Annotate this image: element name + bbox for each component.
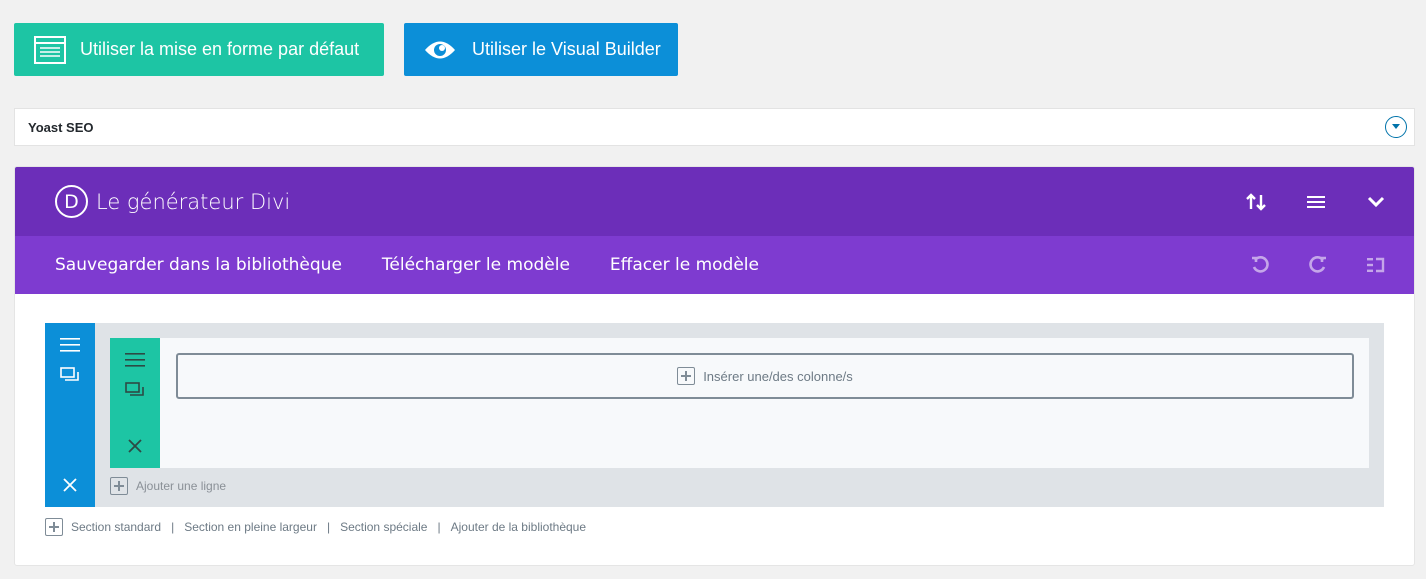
close-icon[interactable] xyxy=(123,434,147,458)
yoast-seo-title: Yoast SEO xyxy=(28,119,94,135)
close-icon[interactable] xyxy=(58,473,82,497)
fullwidth-section-link[interactable]: Section en pleine largeur xyxy=(184,520,317,534)
save-to-library-link[interactable]: Sauvegarder dans la bibliothèque xyxy=(55,255,342,275)
sort-icon[interactable] xyxy=(1244,190,1268,214)
menu-icon[interactable] xyxy=(123,348,147,372)
default-layout-label: Utiliser la mise en forme par défaut xyxy=(80,39,360,59)
chevron-down-icon[interactable] xyxy=(1364,190,1388,214)
chevron-down-circle-icon[interactable] xyxy=(1385,116,1407,138)
history-icon[interactable] xyxy=(1366,255,1386,275)
insert-columns-label: Insérer une/des colonne/s xyxy=(703,368,853,384)
row-controls xyxy=(110,338,160,468)
separator: | xyxy=(326,520,331,534)
visual-builder-label: Utiliser le Visual Builder xyxy=(472,39,661,59)
divi-section: Insérer une/des colonne/s Ajouter une li… xyxy=(45,323,1384,507)
divi-row: Insérer une/des colonne/s xyxy=(110,338,1369,468)
visual-builder-button[interactable]: Utiliser le Visual Builder xyxy=(404,23,678,76)
divi-toolbar: Sauvegarder dans la bibliothèque Télécha… xyxy=(15,236,1414,294)
divi-logo: D xyxy=(55,185,88,218)
add-row-button[interactable]: Ajouter une ligne xyxy=(110,477,226,495)
add-section-links: Section standard | Section en pleine lar… xyxy=(45,517,586,537)
eye-icon xyxy=(424,39,456,61)
plus-icon xyxy=(45,518,63,536)
load-layout-link[interactable]: Télécharger le modèle xyxy=(382,255,570,275)
duplicate-icon[interactable] xyxy=(58,363,82,387)
separator: | xyxy=(171,520,175,534)
plus-icon xyxy=(110,477,128,495)
divi-title: Le générateur Divi xyxy=(96,189,291,214)
divi-builder: D Le générateur Divi Sauvegarder dans la… xyxy=(14,166,1415,566)
duplicate-icon[interactable] xyxy=(123,378,147,402)
add-from-library-link[interactable]: Ajouter de la bibliothèque xyxy=(451,520,586,534)
plus-icon xyxy=(677,367,696,385)
add-row-label: Ajouter une ligne xyxy=(136,479,227,493)
specialty-section-link[interactable]: Section spéciale xyxy=(340,520,427,534)
default-layout-button[interactable]: Utiliser la mise en forme par défaut xyxy=(14,23,384,76)
section-controls xyxy=(45,323,95,507)
undo-icon[interactable] xyxy=(1250,255,1270,275)
clear-layout-link[interactable]: Effacer le modèle xyxy=(610,255,759,275)
layout-icon xyxy=(34,35,66,64)
insert-columns-button[interactable]: Insérer une/des colonne/s xyxy=(176,353,1354,399)
menu-icon[interactable] xyxy=(1304,190,1328,214)
menu-icon[interactable] xyxy=(58,333,82,357)
separator: | xyxy=(437,520,441,534)
standard-section-link[interactable]: Section standard xyxy=(71,520,161,534)
redo-icon[interactable] xyxy=(1308,255,1328,275)
divi-header: D Le générateur Divi xyxy=(15,167,1414,236)
yoast-seo-panel[interactable]: Yoast SEO xyxy=(14,108,1415,146)
